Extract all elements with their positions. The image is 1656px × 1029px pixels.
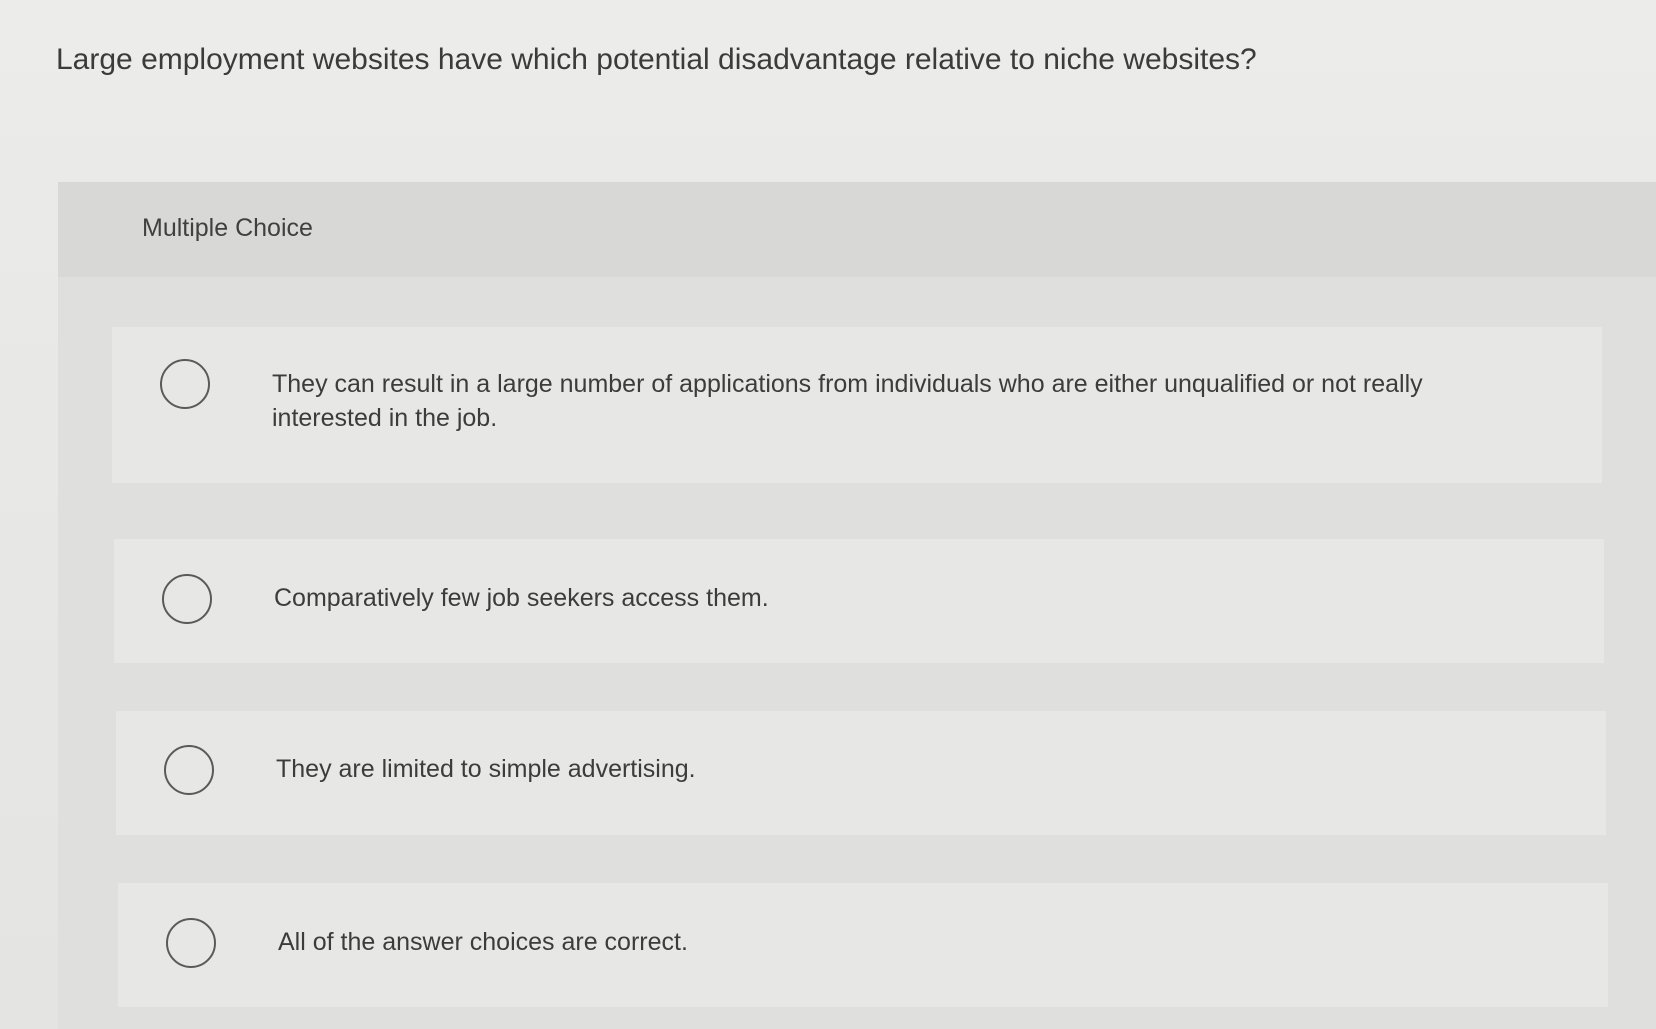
multiple-choice-panel: Multiple Choice They can result in a lar… [58, 182, 1656, 1029]
options-list: They can result in a large number of app… [58, 277, 1656, 1029]
multiple-choice-label: Multiple Choice [142, 214, 313, 242]
radio-unchecked-icon[interactable] [160, 359, 210, 409]
multiple-choice-header: Multiple Choice [58, 182, 1656, 277]
option-4[interactable]: All of the answer choices are correct. [118, 883, 1608, 1007]
radio-unchecked-icon[interactable] [162, 574, 212, 624]
option-2-text: Comparatively few job seekers access the… [274, 584, 769, 612]
option-3-text: They are limited to simple advertising. [276, 755, 696, 783]
radio-unchecked-icon[interactable] [166, 918, 216, 968]
option-3[interactable]: They are limited to simple advertising. [116, 711, 1606, 835]
option-4-text: All of the answer choices are correct. [278, 928, 688, 956]
question-text: Large employment websites have which pot… [56, 43, 1257, 76]
radio-unchecked-icon[interactable] [164, 745, 214, 795]
option-1-text: They can result in a large number of app… [272, 370, 1423, 432]
option-1[interactable]: They can result in a large number of app… [112, 327, 1602, 483]
option-2[interactable]: Comparatively few job seekers access the… [114, 539, 1604, 663]
